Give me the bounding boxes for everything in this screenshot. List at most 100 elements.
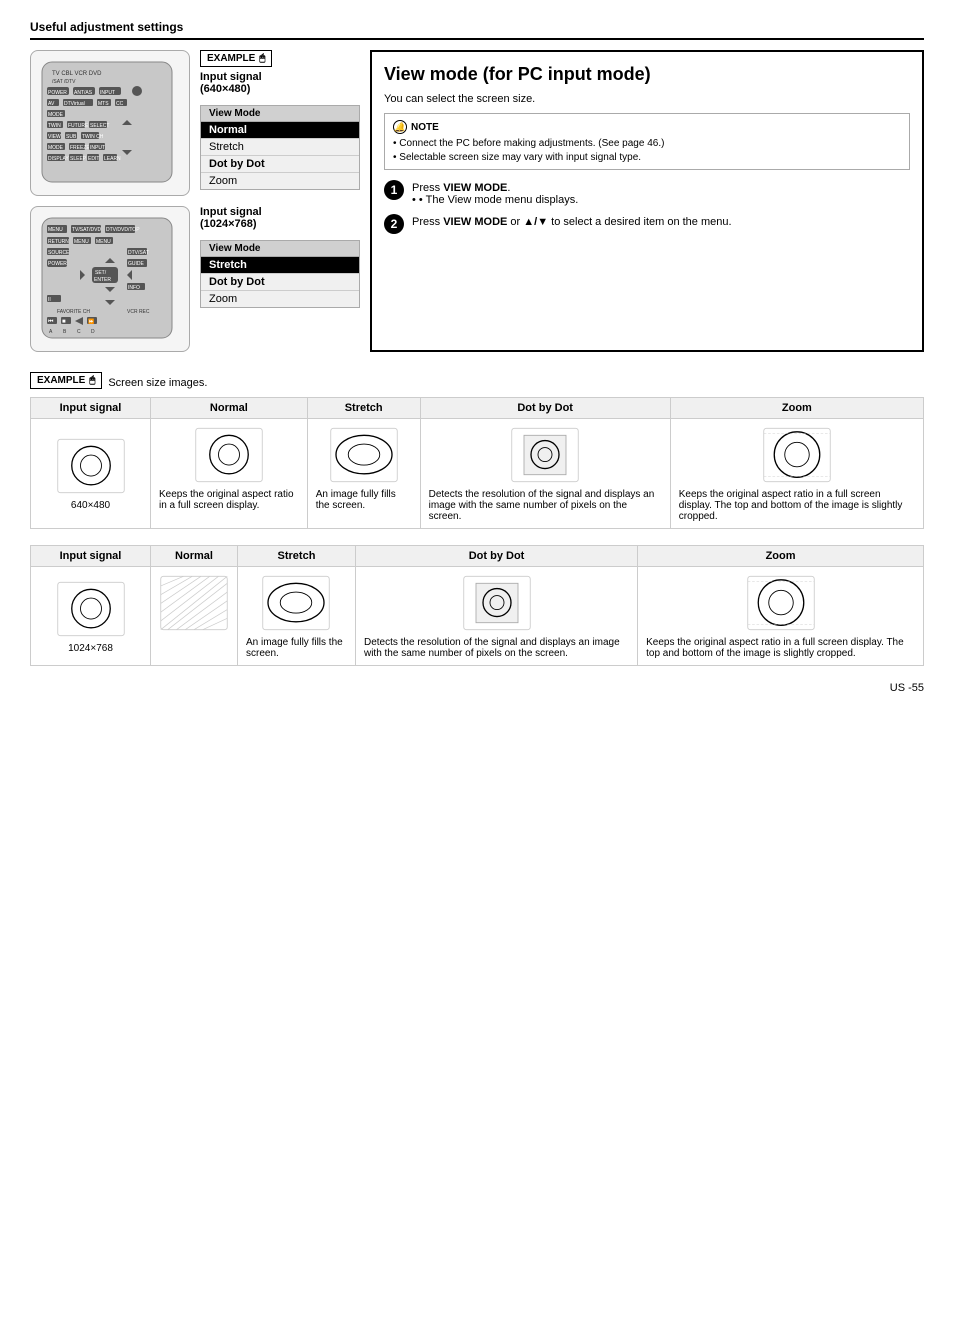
- svg-text:MENU: MENU: [96, 239, 111, 245]
- zoom-desc-1: Keeps the original aspect ratio in a ful…: [679, 489, 915, 522]
- svg-text:MODE: MODE: [48, 145, 64, 151]
- menu-item-zoom-1: Zoom: [201, 173, 359, 189]
- svg-text:SOURCE: SOURCE: [48, 250, 70, 256]
- dotbydot-circle-1: [510, 425, 580, 485]
- view-mode-subtitle: You can select the screen size.: [384, 93, 910, 105]
- menu-item-dotbydot-2: Dot by Dot: [201, 274, 359, 291]
- stretch-circle-2: [261, 573, 331, 633]
- screen-table-1: Input signal Normal Stretch Dot by Dot Z…: [30, 397, 924, 529]
- svg-text:DISPLAY: DISPLAY: [48, 156, 69, 162]
- menu-item-normal: Normal: [201, 122, 359, 139]
- page-title: Useful adjustment settings: [30, 20, 924, 40]
- svg-text:ANT/AS: ANT/AS: [74, 90, 93, 96]
- svg-text:TV CBL VCR DVD: TV CBL VCR DVD: [52, 71, 102, 77]
- svg-text:MTS: MTS: [98, 101, 109, 107]
- svg-text:SET/: SET/: [95, 270, 107, 276]
- note-header: 🔔 NOTE: [393, 120, 901, 134]
- menu-box-2: View Mode Stretch Dot by Dot Zoom: [200, 240, 360, 308]
- normal-desc-1: Keeps the original aspect ratio in a ful…: [159, 489, 299, 511]
- step-text-2: Press VIEW MODE or ▲/▼ to select a desir…: [412, 214, 732, 228]
- svg-text:INPUT: INPUT: [100, 90, 115, 96]
- svg-text:SUB: SUB: [66, 134, 77, 140]
- svg-text:FUTURE: FUTURE: [68, 123, 89, 129]
- page-num: US -55: [30, 682, 924, 694]
- svg-text:INFO: INFO: [128, 285, 140, 291]
- menu-box-1: View Mode Normal Stretch Dot by Dot Zoom: [200, 105, 360, 190]
- dotbydot-cell-2: Detects the resolution of the signal and…: [355, 567, 637, 666]
- example-label-2: EXAMPLE: [37, 375, 85, 386]
- svg-text:AV: AV: [48, 101, 55, 107]
- svg-text:GUIDE: GUIDE: [128, 261, 145, 267]
- dotbydot-desc-2: Detects the resolution of the signal and…: [364, 637, 629, 659]
- input-circle-2: [56, 579, 126, 639]
- svg-text:DTVirtual: DTVirtual: [64, 101, 85, 107]
- example-icon-2: 🖱: [89, 375, 95, 386]
- col-input-1: Input signal: [31, 398, 151, 419]
- svg-text:TV/SAT/DVD: TV/SAT/DVD: [72, 227, 101, 233]
- svg-text:■: ■: [62, 319, 66, 325]
- stretch-cell-2: An image fully fills the screen.: [238, 567, 356, 666]
- input-signal-label-2: Input signal (1024×768): [200, 206, 360, 230]
- view-mode-section: View mode (for PC input mode) You can se…: [370, 50, 924, 352]
- svg-text:MENU: MENU: [74, 239, 89, 245]
- view-mode-title: View mode (for PC input mode): [384, 64, 910, 85]
- step-num-2: 2: [384, 214, 404, 234]
- step-text-1: Press VIEW MODE. • • The View mode menu …: [412, 180, 578, 206]
- col-zoom-1: Zoom: [670, 398, 923, 419]
- svg-text:DTV/SAT: DTV/SAT: [128, 250, 149, 256]
- example-label-1: EXAMPLE: [207, 53, 255, 64]
- zoom-desc-2: Keeps the original aspect ratio in a ful…: [646, 637, 915, 659]
- remotes-column: TV CBL VCR DVD /SAT /DTV POWER ANT/AS IN…: [30, 50, 190, 352]
- screen-example-label: Screen size images.: [108, 377, 207, 389]
- svg-text:/SAT /DTV: /SAT /DTV: [52, 79, 76, 85]
- menu-item-zoom-2: Zoom: [201, 291, 359, 307]
- svg-text:MENU: MENU: [48, 227, 63, 233]
- stretch-desc-2: An image fully fills the screen.: [246, 637, 347, 659]
- svg-text:SELECT: SELECT: [90, 123, 109, 129]
- svg-text:⏩: ⏩: [88, 318, 94, 325]
- normal-circle-2: [159, 573, 229, 633]
- note-2: • Selectable screen size may vary with i…: [393, 152, 901, 163]
- example-badge-2: EXAMPLE 🖱: [30, 372, 102, 389]
- svg-text:INPUT: INPUT: [90, 145, 105, 151]
- stretch-desc-1: An image fully fills the screen.: [316, 489, 412, 511]
- zoom-circle-2: [746, 573, 816, 633]
- svg-text:POWER: POWER: [48, 90, 67, 96]
- svg-text:LEARN: LEARN: [104, 156, 121, 162]
- col-stretch-1: Stretch: [307, 398, 420, 419]
- svg-text:II: II: [48, 297, 51, 303]
- normal-cell-2: [151, 567, 238, 666]
- remote-1: TV CBL VCR DVD /SAT /DTV POWER ANT/AS IN…: [30, 50, 190, 196]
- note-1: • Connect the PC before making adjustmen…: [393, 138, 901, 149]
- input-circle-1: [56, 436, 126, 496]
- col-input-2: Input signal: [31, 546, 151, 567]
- zoom-cell-1: Keeps the original aspect ratio in a ful…: [670, 419, 923, 529]
- remote-2: MENU TV/SAT/DVD DTV/DVD/TOP RETURN MENU …: [30, 206, 190, 352]
- svg-text:FREEZE: FREEZE: [70, 145, 90, 151]
- menu-item-stretch-2: Stretch: [201, 257, 359, 274]
- menu-item-stretch-1: Stretch: [201, 139, 359, 156]
- svg-text:C: C: [77, 329, 81, 335]
- col-stretch-2: Stretch: [238, 546, 356, 567]
- input-res-2: 1024×768: [39, 643, 142, 654]
- step-num-1: 1: [384, 180, 404, 200]
- input-res-1: 640×480: [39, 500, 142, 511]
- col-normal-2: Normal: [151, 546, 238, 567]
- menu-header-1: View Mode: [201, 106, 359, 122]
- example-icon-1: 🖱: [259, 53, 265, 64]
- screen-section: EXAMPLE 🖱 Screen size images. Input sign…: [30, 372, 924, 666]
- example-badge-1: EXAMPLE 🖱: [200, 50, 272, 67]
- dotbydot-circle-2: [462, 573, 532, 633]
- svg-text:D: D: [91, 329, 95, 335]
- menu-header-2: View Mode: [201, 241, 359, 257]
- stretch-cell-1: An image fully fills the screen.: [307, 419, 420, 529]
- col-normal-1: Normal: [151, 398, 308, 419]
- note-icon: 🔔: [393, 120, 407, 134]
- screen-table-2: Input signal Normal Stretch Dot by Dot Z…: [30, 545, 924, 666]
- menus-column: EXAMPLE 🖱 Input signal (640×480) View Mo…: [200, 50, 360, 352]
- input-signal-label-1: Input signal (640×480): [200, 71, 360, 95]
- dotbydot-cell-1: Detects the resolution of the signal and…: [420, 419, 670, 529]
- svg-text:VCR REC: VCR REC: [127, 309, 150, 315]
- stretch-circle-1: [329, 425, 399, 485]
- dotbydot-desc-1: Detects the resolution of the signal and…: [429, 489, 662, 522]
